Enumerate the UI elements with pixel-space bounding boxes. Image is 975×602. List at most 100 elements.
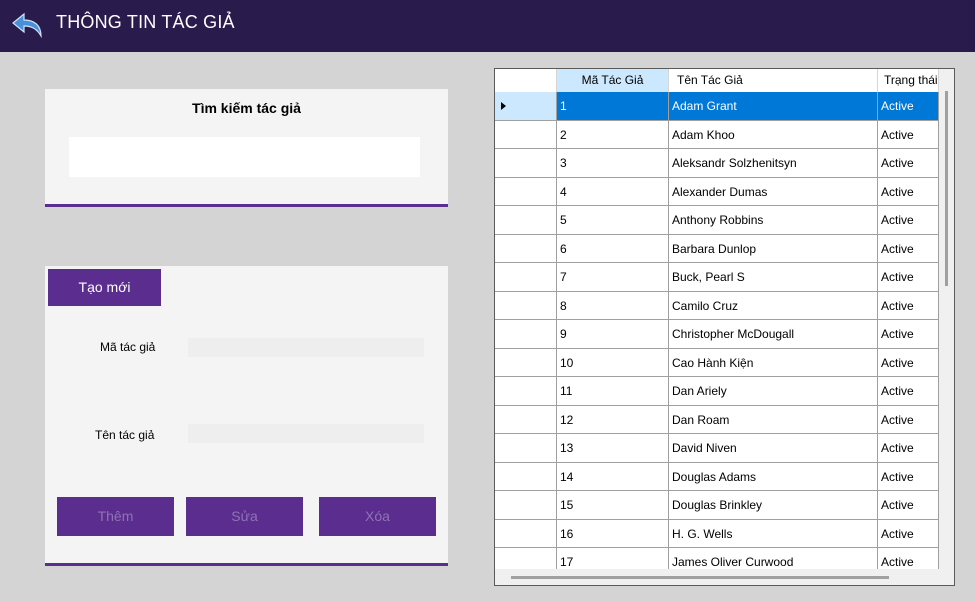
cell-author-name[interactable]: Buck, Pearl S [669, 263, 878, 292]
current-row-icon [501, 102, 506, 110]
cell-status[interactable]: Active [878, 434, 939, 463]
cell-author-name[interactable]: Cao Hành Kiện [669, 348, 878, 377]
cell-author-id[interactable]: 11 [557, 377, 669, 406]
back-arrow-icon[interactable] [10, 10, 44, 40]
cell-author-name[interactable]: Douglas Brinkley [669, 491, 878, 520]
row-header[interactable] [495, 149, 557, 178]
author-id-field[interactable] [188, 338, 424, 357]
cell-status[interactable]: Active [878, 206, 939, 235]
table-row[interactable]: 10 Cao Hành Kiện Active [495, 348, 939, 377]
author-id-label: Mã tác giả [100, 340, 156, 354]
cell-author-name[interactable]: Camilo Cruz [669, 291, 878, 320]
table-row[interactable]: 14 Douglas Adams Active [495, 462, 939, 491]
cell-status[interactable]: Active [878, 377, 939, 406]
table-row[interactable]: 3 Aleksandr Solzhenitsyn Active [495, 149, 939, 178]
row-header[interactable] [495, 434, 557, 463]
table-row[interactable]: 7 Buck, Pearl S Active [495, 263, 939, 292]
row-header[interactable] [495, 234, 557, 263]
cell-author-id[interactable]: 10 [557, 348, 669, 377]
cell-author-id[interactable]: 16 [557, 519, 669, 548]
cell-author-id[interactable]: 7 [557, 263, 669, 292]
cell-author-name[interactable]: Barbara Dunlop [669, 234, 878, 263]
cell-status[interactable]: Active [878, 291, 939, 320]
cell-author-id[interactable]: 1 [557, 92, 669, 121]
cell-status[interactable]: Active [878, 263, 939, 292]
cell-status[interactable]: Active [878, 234, 939, 263]
cell-status[interactable]: Active [878, 320, 939, 349]
row-header[interactable] [495, 377, 557, 406]
cell-status[interactable]: Active [878, 92, 939, 121]
table-row[interactable]: 16 H. G. Wells Active [495, 519, 939, 548]
author-name-field[interactable] [188, 424, 424, 443]
table-row[interactable]: 15 Douglas Brinkley Active [495, 491, 939, 520]
row-header[interactable] [495, 519, 557, 548]
row-header[interactable] [495, 348, 557, 377]
horizontal-scroll-thumb[interactable] [511, 576, 889, 579]
table-row[interactable]: 12 Dan Roam Active [495, 405, 939, 434]
row-header[interactable] [495, 177, 557, 206]
cell-author-id[interactable]: 5 [557, 206, 669, 235]
delete-button[interactable]: Xóa [319, 497, 436, 536]
table-row[interactable]: 4 Alexander Dumas Active [495, 177, 939, 206]
cell-author-id[interactable]: 6 [557, 234, 669, 263]
vertical-scrollbar[interactable] [939, 69, 954, 569]
cell-author-name[interactable]: David Niven [669, 434, 878, 463]
table-row[interactable]: 1 Adam Grant Active [495, 92, 939, 121]
row-header[interactable] [495, 92, 557, 121]
add-button[interactable]: Thêm [57, 497, 174, 536]
table-row[interactable]: 9 Christopher McDougall Active [495, 320, 939, 349]
cell-author-name[interactable]: Dan Roam [669, 405, 878, 434]
row-header[interactable] [495, 263, 557, 292]
cell-author-id[interactable]: 12 [557, 405, 669, 434]
cell-author-name[interactable]: Adam Grant [669, 92, 878, 121]
table-row[interactable]: 2 Adam Khoo Active [495, 120, 939, 149]
cell-author-id[interactable]: 8 [557, 291, 669, 320]
cell-status[interactable]: Active [878, 462, 939, 491]
table-row[interactable]: 5 Anthony Robbins Active [495, 206, 939, 235]
table-row[interactable]: 11 Dan Ariely Active [495, 377, 939, 406]
column-header-name[interactable]: Tên Tác Giả [669, 69, 878, 92]
cell-author-name[interactable]: Adam Khoo [669, 120, 878, 149]
cell-author-name[interactable]: Douglas Adams [669, 462, 878, 491]
cell-author-id[interactable]: 3 [557, 149, 669, 178]
cell-author-name[interactable]: Alexander Dumas [669, 177, 878, 206]
cell-author-id[interactable]: 2 [557, 120, 669, 149]
row-header[interactable] [495, 405, 557, 434]
row-header[interactable] [495, 206, 557, 235]
column-header-id[interactable]: Mã Tác Giả [557, 69, 669, 92]
cell-status[interactable]: Active [878, 120, 939, 149]
cell-status[interactable]: Active [878, 405, 939, 434]
cell-author-name[interactable]: Christopher McDougall [669, 320, 878, 349]
cell-author-id[interactable]: 15 [557, 491, 669, 520]
search-panel: Tìm kiếm tác giả [45, 89, 448, 207]
cell-author-name[interactable]: Anthony Robbins [669, 206, 878, 235]
cell-author-id[interactable]: 4 [557, 177, 669, 206]
row-header[interactable] [495, 320, 557, 349]
horizontal-scrollbar[interactable] [495, 569, 954, 585]
cell-author-id[interactable]: 13 [557, 434, 669, 463]
row-header-corner [495, 69, 557, 92]
cell-status[interactable]: Active [878, 177, 939, 206]
row-header[interactable] [495, 120, 557, 149]
table-row[interactable]: 13 David Niven Active [495, 434, 939, 463]
row-header[interactable] [495, 491, 557, 520]
edit-button[interactable]: Sửa [186, 497, 303, 536]
cell-author-name[interactable]: Aleksandr Solzhenitsyn [669, 149, 878, 178]
table-row[interactable]: 6 Barbara Dunlop Active [495, 234, 939, 263]
row-header[interactable] [495, 462, 557, 491]
cell-status[interactable]: Active [878, 348, 939, 377]
cell-status[interactable]: Active [878, 491, 939, 520]
create-new-tab[interactable]: Tạo mới [48, 269, 161, 306]
cell-author-name[interactable]: Dan Ariely [669, 377, 878, 406]
column-header-status[interactable]: Trạng thái [878, 69, 939, 92]
row-header[interactable] [495, 291, 557, 320]
cell-author-id[interactable]: 9 [557, 320, 669, 349]
search-input[interactable] [69, 137, 420, 177]
cell-status[interactable]: Active [878, 519, 939, 548]
table-row[interactable]: 8 Camilo Cruz Active [495, 291, 939, 320]
author-name-label: Tên tác giả [95, 428, 155, 442]
vertical-scroll-thumb[interactable] [945, 91, 948, 286]
cell-author-id[interactable]: 14 [557, 462, 669, 491]
cell-status[interactable]: Active [878, 149, 939, 178]
cell-author-name[interactable]: H. G. Wells [669, 519, 878, 548]
